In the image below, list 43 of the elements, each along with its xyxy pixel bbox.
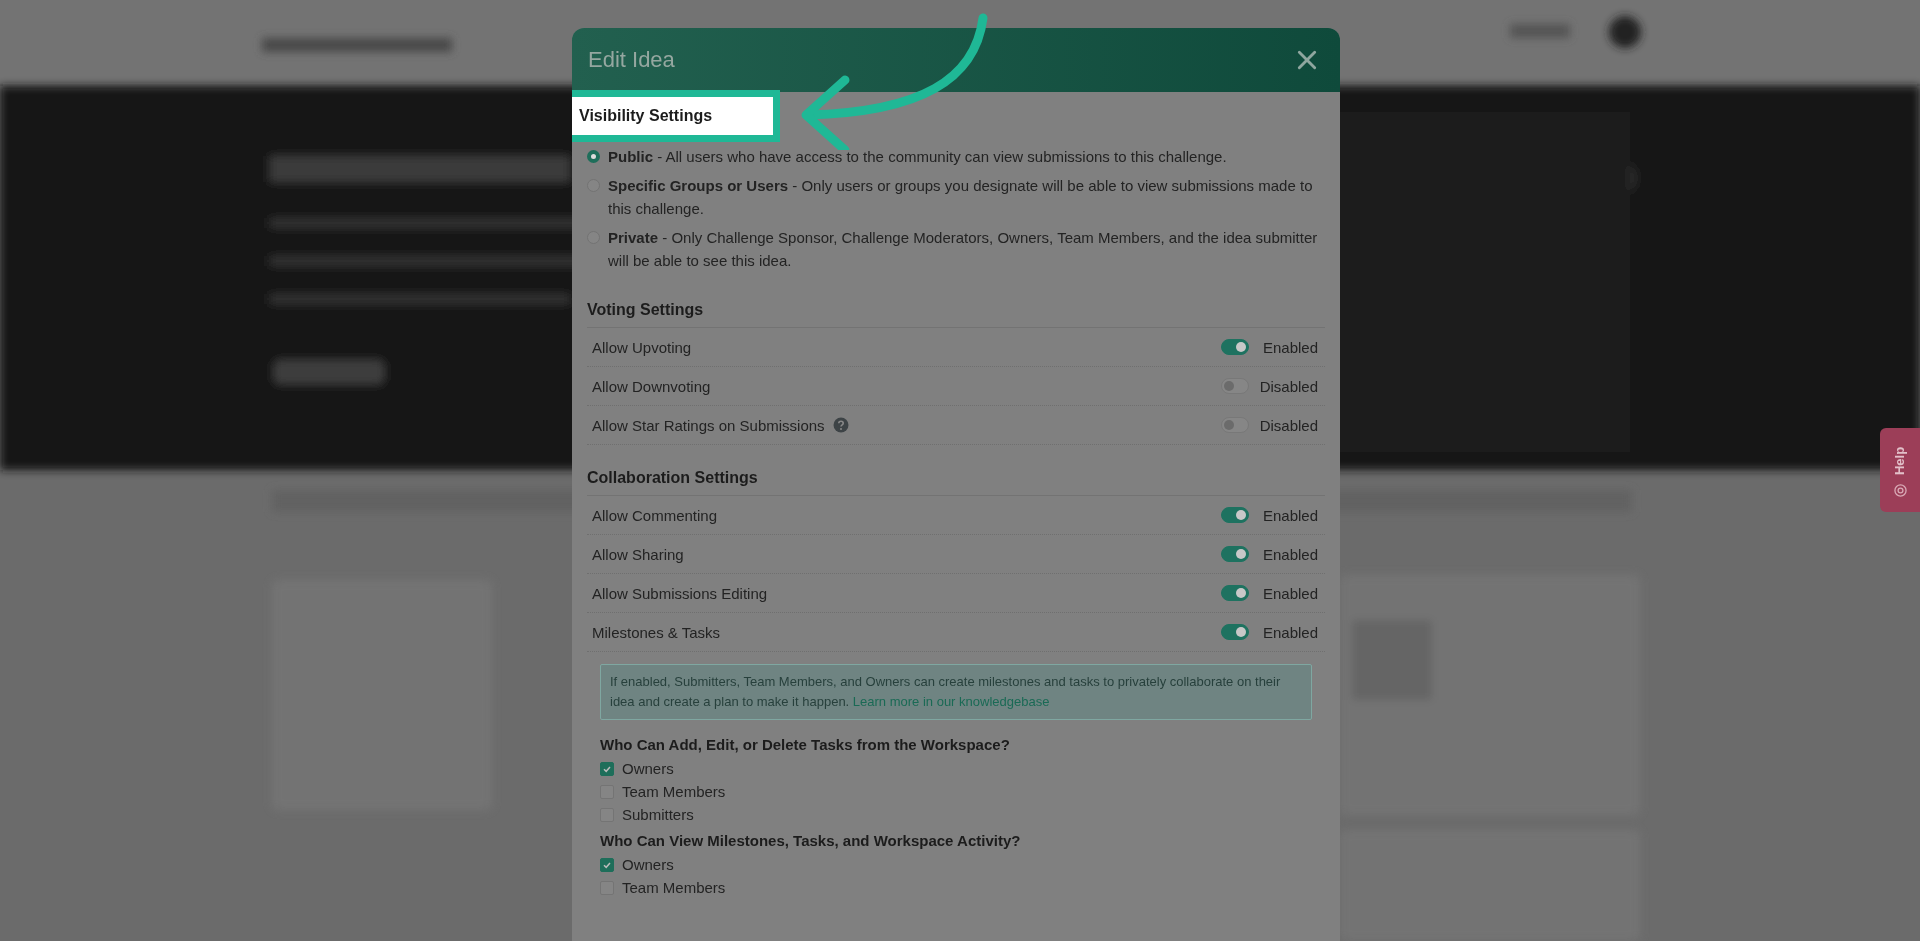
option-label: Private - Only Challenge Sponsor, Challenge Moderators, Owners, Team Members, and the idea submitter will be able to see this idea.	[608, 228, 1319, 271]
status-text: Enabled	[1261, 506, 1318, 524]
setting-label: Allow Commenting	[592, 506, 718, 524]
help-icon[interactable]	[832, 417, 849, 433]
checkbox-label: Owners	[622, 760, 674, 777]
toggle-switch[interactable]	[1221, 378, 1249, 394]
checkbox-label: Owners	[622, 856, 674, 873]
checkbox[interactable]	[600, 761, 614, 776]
close-icon[interactable]	[1296, 49, 1318, 71]
status-text: Enabled	[1261, 584, 1318, 602]
toggle-switch[interactable]	[1221, 624, 1249, 640]
option-label: Public - All users who have access to the community can view submissions to this challenge.	[608, 147, 1227, 167]
section-heading: Voting Settings	[587, 287, 1325, 328]
info-text: If enabled, Submitters, Team Members, and Owners can create milestones and tasks to privately collaborate on their idea and create a plan to make it happen. Learn more in our knowledgebase	[610, 673, 1282, 711]
question-heading: Who Can View Milestones, Tasks, and Workspace Activity?	[600, 832, 1022, 849]
checkbox-label: Team Members	[622, 879, 726, 896]
status-text: Enabled	[1261, 545, 1318, 563]
toggle-switch[interactable]	[1221, 339, 1249, 355]
setting-label: Allow Star Ratings on Submissions	[592, 416, 825, 434]
setting-label: Allow Downvoting	[592, 377, 711, 395]
checkbox-label: Submitters	[622, 806, 694, 823]
checkbox[interactable]	[600, 857, 614, 872]
support-icon	[1893, 483, 1907, 497]
option-label: Specific Groups or Users - Only users or groups you designate will be able to view submissions made to this challenge.	[608, 176, 1314, 219]
toggle-switch[interactable]	[1221, 546, 1249, 562]
question-heading: Who Can Add, Edit, or Delete Tasks from the Workspace?	[600, 736, 1011, 753]
status-text: Enabled	[1261, 338, 1318, 356]
toggle-switch[interactable]	[1221, 507, 1249, 523]
setting-label: Milestones & Tasks	[592, 623, 721, 641]
toggle-switch[interactable]	[1221, 585, 1249, 601]
radio-button[interactable]	[587, 150, 600, 163]
status-text: Disabled	[1258, 377, 1318, 395]
help-tab[interactable]: Help	[1880, 428, 1920, 512]
status-text: Disabled	[1258, 416, 1318, 434]
dialog-title: Edit Idea	[588, 47, 676, 73]
setting-label: Allow Upvoting	[592, 338, 692, 356]
status-text: Enabled	[1261, 623, 1318, 641]
setting-label: Allow Sharing	[592, 545, 684, 563]
section-heading: Visibility Settings	[572, 90, 780, 142]
setting-label: Allow Submissions Editing	[592, 584, 768, 602]
checkbox-label: Team Members	[622, 783, 726, 800]
toggle-switch[interactable]	[1221, 417, 1249, 433]
section-heading: Collaboration Settings	[587, 455, 1325, 496]
